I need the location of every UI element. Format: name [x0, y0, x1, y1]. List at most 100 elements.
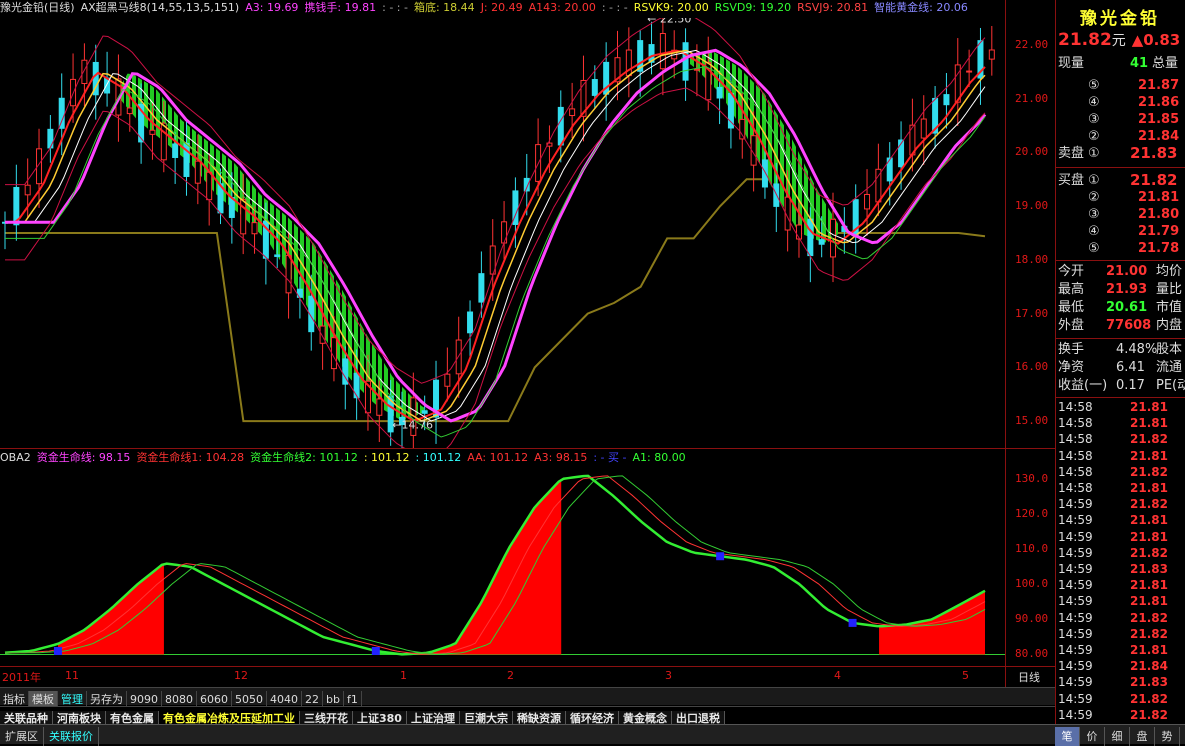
indicator-tick-label: 80.00	[1015, 647, 1049, 661]
candle-body	[727, 93, 734, 129]
tick-row: 14:59 21.82	[1058, 626, 1168, 641]
time-tick-label: 12	[234, 669, 248, 682]
right-tab[interactable]: 盘	[1130, 727, 1155, 746]
legend-item: RSVJ9: 20.81	[797, 1, 869, 14]
status-tab[interactable]: 关联报价	[44, 727, 99, 746]
main-chart-panel[interactable]: 豫光金铅(日线) AX超黑马线8(14,55,13,5,151) A3: 19.69…	[0, 0, 1055, 449]
price-tick-label: 15.00	[1015, 414, 1049, 428]
candle-body	[682, 42, 689, 81]
level-marker: ②	[1088, 129, 1100, 144]
tick-row: 14:59 21.83	[1058, 675, 1168, 690]
sub-chart-panel[interactable]: OBA2 资金生命线: 98.15 资金生命线1: 104.28 资金生命线2: 10…	[0, 449, 1055, 687]
price-tick-label: 22.00	[1015, 37, 1049, 51]
sell-level: ③ 21.85	[1058, 111, 1185, 128]
volume-row: 现量 41 总量	[1058, 56, 1179, 71]
tick-row: 14:59 21.82	[1058, 545, 1168, 560]
candle-body	[988, 49, 995, 60]
buy-marker	[53, 646, 62, 655]
price-change: ▲0.83	[1131, 31, 1181, 49]
legend-item: A3: 98.15	[534, 451, 588, 464]
legend-item: RSVK9: 20.00	[633, 1, 709, 14]
indicator-line	[5, 18, 986, 384]
legend-item: A143: 20.00	[528, 1, 596, 14]
candle-body	[659, 33, 666, 70]
divider	[1056, 397, 1185, 398]
level-marker: ②	[1088, 190, 1100, 205]
right-tab[interactable]: 势	[1155, 727, 1180, 746]
candlestick-chart[interactable]: ← 22.50 ←14.76	[0, 18, 1005, 448]
candle-body	[126, 107, 133, 115]
buy-label: 买盘	[1058, 173, 1085, 188]
main-indicator-legend: 豫光金铅(日线) AX超黑马线8(14,55,13,5,151) A3: 19.69…	[0, 0, 1010, 16]
tick-row: 14:59 21.82	[1058, 691, 1168, 706]
indicator-tick-label: 130.0	[1015, 472, 1049, 486]
candle-body	[421, 410, 428, 414]
legend-item: : - : -	[601, 1, 628, 14]
buy-price: 21.78	[1138, 241, 1180, 256]
price-tick-label: 20.00	[1015, 145, 1049, 159]
legend-item: A3: 19.69	[245, 1, 299, 14]
status-tab[interactable]: 扩展区	[0, 727, 44, 746]
candle-body	[591, 79, 598, 96]
sector-tabs: 关联品种 河南板块 有色金属 有色金属冶炼及压延加工业 三线开花 上证380 上证治理 巨潮大…	[0, 706, 1055, 727]
y-axis-divider	[1005, 0, 1006, 449]
buy-level: 买盘 ① 21.82	[1058, 172, 1185, 189]
candle-body	[818, 239, 825, 245]
candle-body	[761, 159, 768, 188]
status-bar: 扩展区 关联报价	[0, 724, 1055, 746]
candle-body	[444, 373, 451, 387]
candle-body	[467, 311, 474, 334]
legend-item: 资金生命线: 98.15	[36, 451, 131, 464]
period-label[interactable]: 日线	[1018, 669, 1040, 685]
level-marker: ⑤	[1088, 78, 1100, 93]
level-marker: ①	[1088, 146, 1100, 161]
candle-body	[81, 59, 88, 84]
level-marker: ④	[1088, 95, 1100, 110]
stat-row: 净资 6.41 流通	[1058, 360, 1183, 375]
tick-row: 14:58 21.82	[1058, 432, 1168, 447]
right-tab[interactable]: 笔	[1055, 727, 1080, 746]
candle-body	[47, 128, 54, 149]
time-tick-label: 1	[400, 669, 407, 682]
candle-body	[285, 254, 292, 294]
y-axis-divider	[1005, 449, 1006, 687]
sell-price: 21.84	[1138, 129, 1180, 144]
red-zone	[428, 479, 562, 655]
candle-body	[478, 273, 485, 303]
legend-item: AX超黑马线8(14,55,13,5,151)	[80, 1, 240, 14]
level-marker: ④	[1088, 224, 1100, 239]
tick-row: 14:59 21.84	[1058, 659, 1168, 674]
legend-item: : 101.12	[363, 451, 410, 464]
template-toolbar: 指标 模板 管理 另存为 9090 8080 6060 5050 4040 22 bb f1	[0, 687, 1055, 708]
stat-row: 最高 21.93 量比	[1058, 282, 1183, 297]
tick-row: 14:58 21.81	[1058, 400, 1168, 414]
tick-row: 14:58 21.81	[1058, 481, 1168, 495]
buy-level: ④ 21.79	[1058, 223, 1185, 240]
candle-body	[716, 86, 723, 99]
price-tick-label: 21.00	[1015, 91, 1049, 105]
high-price-label: ← 22.50	[647, 18, 691, 25]
tick-row: 14:59 21.82	[1058, 497, 1168, 512]
divider	[1056, 260, 1185, 261]
sell-label: 卖盘	[1058, 146, 1085, 161]
right-panel-tabs: 笔价细盘势	[1055, 724, 1185, 746]
right-tab[interactable]: 细	[1105, 727, 1130, 746]
time-tick-label: 11	[65, 669, 79, 682]
time-tick-label: 2011年	[2, 671, 41, 684]
candle-body	[149, 129, 156, 135]
candle-body	[864, 193, 871, 210]
legend-item: 携钱手: 19.81	[304, 1, 377, 14]
fund-lifeline-chart[interactable]	[0, 465, 1005, 665]
stat-row: 收益(一) 0.17 PE(动	[1058, 378, 1185, 393]
ribbon-band	[681, 50, 838, 243]
tick-row: 14:59 21.81	[1058, 529, 1168, 544]
legend-item: RSVD9: 19.20	[714, 1, 792, 14]
level-marker: ①	[1088, 173, 1100, 188]
right-tab[interactable]: 价	[1080, 727, 1105, 746]
buy-level: ③ 21.80	[1058, 206, 1185, 223]
buy-marker	[371, 646, 380, 655]
stock-name: 豫光金铅	[1080, 9, 1160, 29]
sell-price: 21.85	[1138, 112, 1180, 127]
buy-price: 21.80	[1138, 207, 1180, 222]
sub-indicator-legend: OBA2 资金生命线: 98.15 资金生命线1: 104.28 资金生命线2: 10…	[0, 450, 1010, 466]
